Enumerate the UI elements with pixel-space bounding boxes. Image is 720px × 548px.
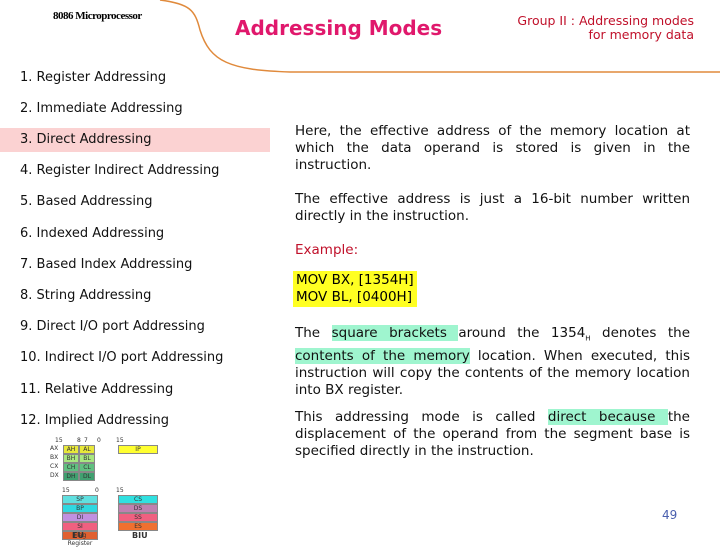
register-pointer: SP	[62, 495, 98, 504]
example-label: Example:	[295, 242, 359, 258]
menu-item[interactable]: 10. Indirect I/O port Addressing	[0, 346, 270, 370]
paragraph-effective-address: The effective address is just a 16-bit n…	[295, 191, 690, 224]
register-name: AX	[50, 445, 59, 452]
paragraph-brackets: The square brackets around the 1354H den…	[295, 325, 691, 398]
subject-label: 8086 Microprocessor	[53, 10, 142, 22]
bit-label: 7	[84, 437, 88, 444]
register-high: AH	[63, 445, 79, 454]
menu-item[interactable]: 3. Direct Addressing	[0, 128, 270, 152]
paragraph-direct: This addressing mode is called direct be…	[295, 409, 690, 459]
register-high: CH	[63, 463, 79, 472]
menu-item[interactable]: 2. Immediate Addressing	[0, 97, 270, 121]
menu-item[interactable]: 7. Based Index Addressing	[0, 253, 270, 277]
register-segment: SS	[118, 513, 158, 522]
code-example: MOV BX, [1354H] MOV BL, [0400H]	[293, 271, 417, 307]
register-pointer: SI	[62, 522, 98, 531]
register-high: BH	[63, 454, 79, 463]
bit-label: 8	[77, 437, 81, 444]
menu-item[interactable]: 5. Based Addressing	[0, 190, 270, 214]
bit-label: 15	[116, 437, 124, 444]
eu-label: EU	[72, 531, 84, 540]
bit-label: 0	[97, 437, 101, 444]
paragraph-definition: Here, the effective address of the memor…	[295, 123, 690, 173]
register-name: DX	[50, 472, 59, 479]
bit-label: 15	[116, 487, 124, 494]
register-segment: ES	[118, 522, 158, 531]
menu-item[interactable]: 11. Relative Addressing	[0, 378, 270, 402]
register-name: CX	[50, 463, 59, 470]
page-number: 49	[662, 508, 678, 522]
page-title: Addressing Modes	[235, 16, 443, 40]
menu-item[interactable]: 12. Implied Addressing	[0, 409, 270, 433]
bit-label: 15	[62, 487, 70, 494]
register-ip: IP	[118, 445, 158, 454]
register-low: BL	[79, 454, 95, 463]
register-low: AL	[79, 445, 95, 454]
register-low: CL	[79, 463, 95, 472]
register-name: BX	[50, 454, 59, 461]
group-subtitle: Group II : Addressing modes for memory da…	[517, 13, 694, 42]
menu-item[interactable]: 4. Register Indirect Addressing	[0, 159, 270, 183]
register-pointer: BP	[62, 504, 98, 513]
menu-item[interactable]: 8. String Addressing	[0, 284, 270, 308]
biu-label: BIU	[132, 531, 148, 540]
register-low: DL	[79, 472, 95, 481]
register-segment: DS	[118, 504, 158, 513]
register-high: DH	[63, 472, 79, 481]
bit-label: 15	[55, 437, 63, 444]
bit-label: 0	[95, 487, 99, 494]
register-pointer: DI	[62, 513, 98, 522]
menu-item[interactable]: 1. Register Addressing	[0, 66, 270, 90]
menu-item[interactable]: 9. Direct I/O port Addressing	[0, 315, 270, 339]
register-segment: CS	[118, 495, 158, 504]
register-diagram: 15 8 7 0 AX AH AL BX BH BL CX CH CL DX DH DL 15 IP 15 0 SP BP…	[50, 435, 180, 547]
menu-item[interactable]: 6. Indexed Addressing	[0, 222, 270, 246]
